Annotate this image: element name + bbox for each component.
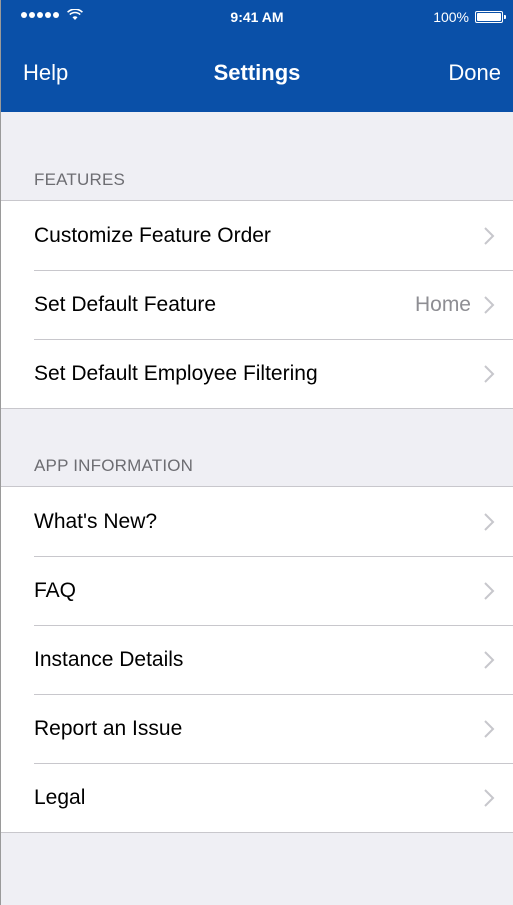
row-report-an-issue[interactable]: Report an Issue <box>1 694 513 763</box>
row-instance-details[interactable]: Instance Details <box>1 625 513 694</box>
chevron-right-icon <box>484 512 495 531</box>
row-label: Report an Issue <box>34 716 183 740</box>
chevron-right-icon <box>484 788 495 807</box>
row-legal[interactable]: Legal <box>1 763 513 832</box>
row-set-default-feature[interactable]: Set Default Feature Home <box>1 270 513 339</box>
done-button[interactable]: Done <box>448 60 501 86</box>
app-information-group: What's New? FAQ Instance Details Report … <box>1 486 513 833</box>
battery-icon <box>475 11 506 23</box>
row-faq[interactable]: FAQ <box>1 556 513 625</box>
section-header-app-information: APP INFORMATION <box>34 456 194 475</box>
chevron-right-icon <box>484 581 495 600</box>
row-customize-feature-order[interactable]: Customize Feature Order <box>1 201 513 270</box>
row-label: FAQ <box>34 578 77 602</box>
chevron-right-icon <box>484 719 495 738</box>
chevron-right-icon <box>484 226 495 245</box>
row-label: Set Default Feature <box>34 292 217 316</box>
row-label: Legal <box>34 785 86 809</box>
nav-bar: Help Settings Done <box>1 34 513 112</box>
header: 9:41 AM 100% Help Settings Done <box>1 0 513 112</box>
chevron-right-icon <box>484 364 495 383</box>
section-header-features: FEATURES <box>34 170 126 189</box>
status-bar: 9:41 AM 100% <box>1 0 513 34</box>
chevron-right-icon <box>484 650 495 669</box>
row-set-default-employee-filtering[interactable]: Set Default Employee Filtering <box>1 339 513 408</box>
row-label: Set Default Employee Filtering <box>34 361 318 385</box>
settings-screen: 9:41 AM 100% Help Settings Done FEATURES… <box>0 0 513 905</box>
page-title: Settings <box>213 60 301 85</box>
row-label: Customize Feature Order <box>34 223 271 247</box>
row-value: Home <box>414 292 471 316</box>
row-whats-new[interactable]: What's New? <box>1 487 513 556</box>
row-label: Instance Details <box>34 647 184 671</box>
chevron-right-icon <box>484 295 495 314</box>
features-group: Customize Feature Order Set Default Feat… <box>1 200 513 409</box>
row-label: What's New? <box>34 509 158 533</box>
battery-percent: 100% <box>433 9 469 25</box>
status-right: 100% <box>433 9 506 25</box>
